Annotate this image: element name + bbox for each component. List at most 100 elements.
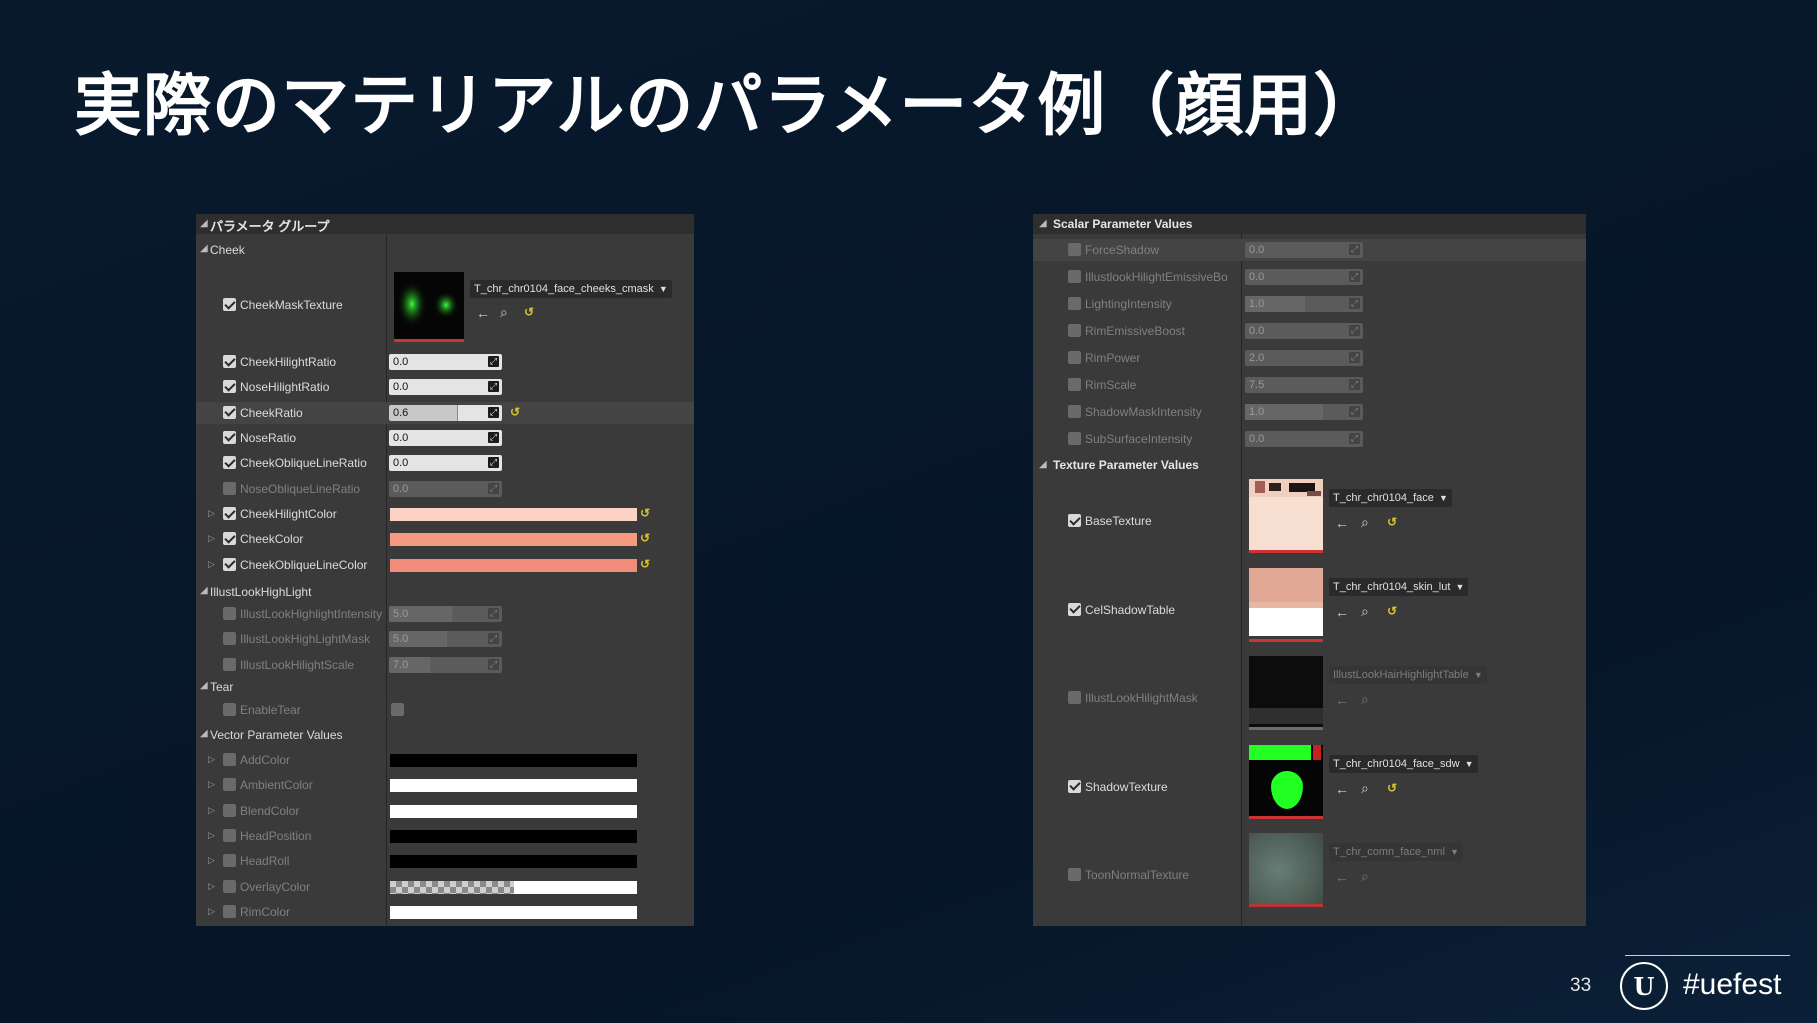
color-swatch[interactable] <box>390 558 637 572</box>
expand-arrows-icon[interactable]: ⤢ <box>488 406 499 418</box>
checkbox[interactable] <box>223 854 236 868</box>
expand-arrows-icon[interactable]: ⤢ <box>1349 406 1360 417</box>
expand-arrows-icon[interactable]: ⤢ <box>488 633 499 645</box>
expand-arrow-icon[interactable]: ▷ <box>208 779 215 790</box>
texture-asset-dropdown[interactable]: T_chr_chr0104_face ▼ <box>1329 489 1452 507</box>
expand-arrow-icon[interactable]: ▷ <box>208 508 215 519</box>
expand-arrow-icon[interactable]: ▷ <box>208 855 215 866</box>
checkbox[interactable] <box>223 828 236 842</box>
collapse-arrow-icon[interactable]: ◢ <box>1039 459 1047 470</box>
texture-thumbnail[interactable] <box>1249 656 1323 730</box>
scalar-value-field[interactable]: 7.5 ⤢ <box>1245 377 1363 393</box>
use-selected-asset-icon[interactable]: ← <box>1335 693 1349 707</box>
expand-arrow-icon[interactable]: ▷ <box>208 754 215 765</box>
reset-to-default-icon[interactable]: ↺ <box>1387 515 1397 529</box>
scalar-value-field[interactable]: 0.0 ⤢ <box>1245 242 1363 258</box>
scalar-value-field[interactable]: 0.0 ⤢ <box>389 480 502 497</box>
expand-arrow-icon[interactable]: ▷ <box>208 881 215 892</box>
checkbox[interactable] <box>1068 779 1081 793</box>
enable-tear-value-checkbox[interactable] <box>391 703 404 716</box>
texture-thumbnail[interactable] <box>1249 744 1323 819</box>
expand-arrows-icon[interactable]: ⤢ <box>1349 433 1360 444</box>
expand-arrows-icon[interactable]: ⤢ <box>488 356 499 367</box>
expand-arrows-icon[interactable]: ⤢ <box>1349 379 1360 390</box>
color-swatch[interactable] <box>390 855 637 869</box>
expand-arrows-icon[interactable]: ⤢ <box>1349 244 1360 255</box>
texture-asset-dropdown[interactable]: IllustLookHairHighlightTable ▼ <box>1329 666 1487 684</box>
reset-to-default-icon[interactable]: ↺ <box>510 405 520 419</box>
color-swatch[interactable] <box>390 754 637 767</box>
browse-asset-icon[interactable]: ⌕ <box>1361 604 1369 618</box>
reset-to-default-icon[interactable]: ↺ <box>640 557 650 571</box>
use-selected-asset-icon[interactable]: ← <box>1335 516 1349 530</box>
reset-to-default-icon[interactable]: ↺ <box>524 305 534 319</box>
scalar-value-field[interactable]: 0.0 ⤢ <box>389 354 502 370</box>
checkbox[interactable] <box>1068 602 1081 616</box>
texture-asset-dropdown[interactable]: T_chr_chr0104_face_cheeks_cmask ▼ <box>470 280 672 298</box>
color-swatch[interactable] <box>390 905 637 919</box>
collapse-arrow-icon[interactable]: ◢ <box>1039 218 1047 229</box>
checkbox[interactable] <box>223 778 236 792</box>
group-tear[interactable]: ◢ Tear <box>196 676 694 696</box>
reset-to-default-icon[interactable]: ↺ <box>640 531 650 545</box>
expand-arrow-icon[interactable]: ▷ <box>208 805 215 816</box>
browse-asset-icon[interactable]: ⌕ <box>1361 692 1369 706</box>
scalar-value-field[interactable]: 5.0 ⤢ <box>389 606 502 622</box>
checkbox[interactable] <box>223 456 236 470</box>
expand-arrows-icon[interactable]: ⤢ <box>1349 271 1360 282</box>
use-selected-asset-icon[interactable]: ← <box>476 306 490 320</box>
collapse-arrow-icon[interactable]: ◢ <box>200 243 208 254</box>
checkbox[interactable] <box>223 753 236 766</box>
texture-thumbnail[interactable] <box>1249 567 1323 642</box>
collapse-arrow-icon[interactable]: ◢ <box>200 680 208 691</box>
expand-arrow-icon[interactable]: ▷ <box>208 906 215 917</box>
checkbox[interactable] <box>1068 514 1081 527</box>
scalar-value-field[interactable]: 7.0 ⤢ <box>389 656 502 673</box>
expand-arrows-icon[interactable]: ⤢ <box>488 658 499 670</box>
use-selected-asset-icon[interactable]: ← <box>1335 870 1349 884</box>
browse-asset-icon[interactable]: ⌕ <box>1361 515 1369 529</box>
checkbox[interactable] <box>223 632 236 646</box>
texture-asset-dropdown[interactable]: T_chr_chr0104_skin_lut ▼ <box>1329 577 1469 596</box>
color-swatch[interactable] <box>390 880 637 894</box>
reset-to-default-icon[interactable]: ↺ <box>640 506 650 520</box>
scalar-value-field[interactable]: 0.6 ⤢ <box>389 404 502 421</box>
scalar-value-field[interactable]: 0.0 ⤢ <box>1245 323 1363 339</box>
checkbox[interactable] <box>223 803 236 817</box>
use-selected-asset-icon[interactable]: ← <box>1335 782 1349 796</box>
checkbox[interactable] <box>223 607 236 620</box>
texture-parameter-header[interactable]: ◢ Texture Parameter Values <box>1033 455 1586 475</box>
group-cheek[interactable]: ◢ Cheek <box>196 239 694 259</box>
expand-arrow-icon[interactable]: ▷ <box>208 533 215 544</box>
checkbox[interactable] <box>223 703 236 716</box>
checkbox[interactable] <box>223 430 236 444</box>
checkbox[interactable] <box>1068 432 1081 445</box>
checkbox[interactable] <box>1068 351 1081 364</box>
scalar-parameter-header[interactable]: ◢ Scalar Parameter Values <box>1033 214 1586 234</box>
checkbox[interactable] <box>223 879 236 893</box>
checkbox[interactable] <box>1068 378 1081 391</box>
color-swatch[interactable] <box>390 508 637 521</box>
reset-to-default-icon[interactable]: ↺ <box>1387 604 1397 618</box>
panel-header[interactable]: ◢ パラメータ グループ <box>196 214 694 234</box>
color-swatch[interactable] <box>390 829 637 843</box>
browse-asset-icon[interactable]: ⌕ <box>1361 781 1369 795</box>
expand-arrows-icon[interactable]: ⤢ <box>1349 325 1360 336</box>
checkbox[interactable] <box>223 355 236 368</box>
scalar-value-field[interactable]: 0.0 ⤢ <box>389 455 502 472</box>
checkbox[interactable] <box>1068 868 1081 881</box>
checkbox[interactable] <box>223 298 236 311</box>
checkbox[interactable] <box>223 557 236 571</box>
expand-arrows-icon[interactable]: ⤢ <box>1349 298 1360 309</box>
expand-arrows-icon[interactable]: ⤢ <box>488 431 499 443</box>
checkbox[interactable] <box>1068 270 1081 283</box>
checkbox[interactable] <box>223 405 236 419</box>
color-swatch[interactable] <box>390 533 637 547</box>
scalar-value-field[interactable]: 2.0 ⤢ <box>1245 350 1363 366</box>
checkbox[interactable] <box>223 657 236 671</box>
browse-asset-icon[interactable]: ⌕ <box>1361 869 1369 883</box>
expand-arrows-icon[interactable]: ⤢ <box>488 457 499 469</box>
expand-arrows-icon[interactable]: ⤢ <box>1349 352 1360 363</box>
color-swatch[interactable] <box>390 804 637 818</box>
checkbox[interactable] <box>223 507 236 520</box>
